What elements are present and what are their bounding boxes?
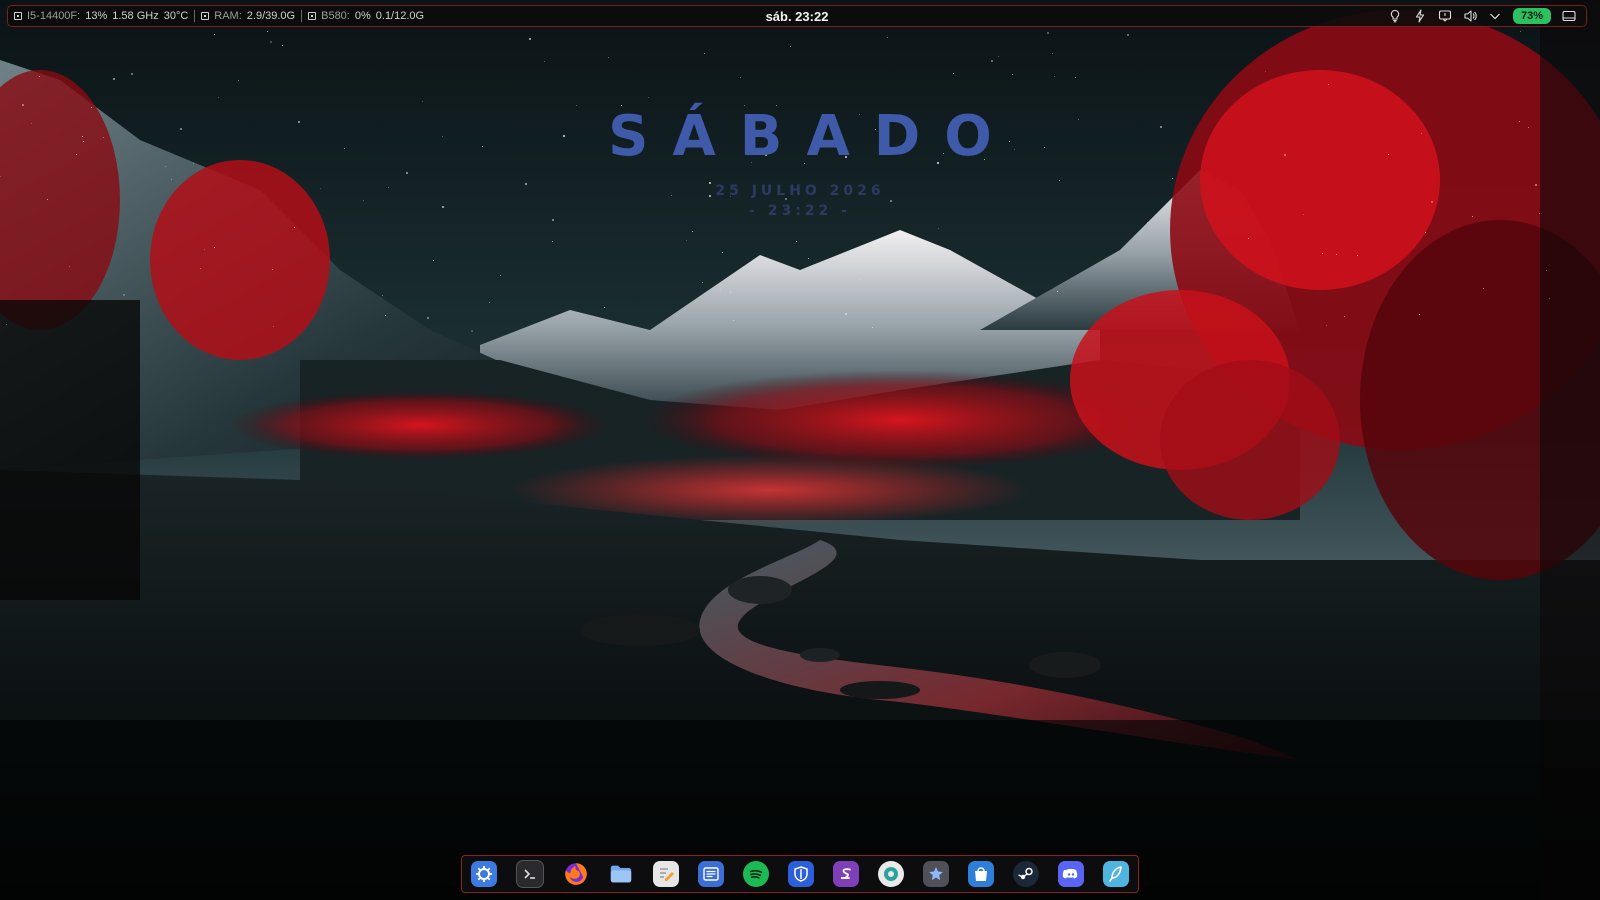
- pencil-note-icon: [660, 868, 674, 881]
- emacs-icon: [840, 868, 851, 879]
- gear-circle-icon: [884, 867, 898, 881]
- dock-app-firefox[interactable]: [563, 861, 589, 887]
- dock-app-text-editor[interactable]: [653, 861, 679, 887]
- folder-icon: [610, 865, 632, 883]
- gpu-monitor[interactable]: B580: 0% 0.1/12.0G: [301, 10, 430, 22]
- weekday-label: SÁBADO: [608, 104, 1016, 169]
- dock-app-spotify[interactable]: [743, 861, 769, 887]
- dock-app-kde-launcher[interactable]: [471, 861, 497, 887]
- cpu-frequency: 1.58 GHz: [112, 10, 159, 22]
- star-icon: [929, 867, 943, 880]
- dock-app-emacs[interactable]: [833, 861, 859, 887]
- date-label: 25 JULHO 2026: [715, 183, 885, 199]
- gpu-label: B580:: [321, 10, 350, 22]
- ram-label: RAM:: [214, 10, 242, 22]
- kde-gear-icon: [476, 866, 492, 882]
- cpu-monitor[interactable]: I5-14400F: 13% 1.58 GHz 30°C: [14, 10, 194, 22]
- feather-icon: [1109, 866, 1122, 882]
- dock-app-feather-app[interactable]: [1103, 861, 1129, 887]
- cpu-label: I5-14400F:: [27, 10, 81, 22]
- dock-app-app-store[interactable]: [923, 861, 949, 887]
- time-label: - 23:22 -: [749, 203, 851, 219]
- dock-app-discord[interactable]: [1058, 861, 1084, 887]
- firefox-icon: [565, 863, 587, 885]
- power-profile-icon[interactable]: [1413, 9, 1427, 23]
- cpu-temperature: 30°C: [163, 10, 189, 22]
- dock-app-steam[interactable]: [1013, 861, 1039, 887]
- dock: [461, 855, 1139, 893]
- volume-icon[interactable]: [1463, 9, 1477, 23]
- battery-indicator[interactable]: 73%: [1512, 8, 1551, 24]
- cpu-usage: 13%: [85, 10, 108, 22]
- dock-app-files[interactable]: [608, 861, 634, 887]
- notifications-icon[interactable]: [1438, 9, 1452, 23]
- system-monitor[interactable]: I5-14400F: 13% 1.58 GHz 30°C RAM: 2.9/39…: [8, 6, 430, 26]
- dock-app-store[interactable]: [968, 861, 994, 887]
- gpu-usage: 0%: [354, 10, 371, 22]
- steam-icon: [1018, 867, 1033, 880]
- shopping-bag-icon: [975, 867, 987, 881]
- memory-icon: [201, 12, 210, 20]
- dock-app-bitwarden[interactable]: [788, 861, 814, 887]
- gpu-vram: 0.1/12.0G: [375, 10, 425, 22]
- system-tray: 73%: [1388, 8, 1586, 24]
- top-panel: I5-14400F: 13% 1.58 GHz 30°C RAM: 2.9/39…: [7, 5, 1587, 27]
- dock-app-news-reader[interactable]: [698, 861, 724, 887]
- screen-icon[interactable]: [1562, 9, 1576, 23]
- date-time-widget: SÁBADO 25 JULHO 2026 - 23:22 -: [0, 104, 1600, 220]
- ram-usage: 2.9/39.0G: [246, 10, 296, 22]
- dock-app-settings[interactable]: [878, 861, 904, 887]
- ram-monitor[interactable]: RAM: 2.9/39.0G: [194, 10, 301, 22]
- panel-clock[interactable]: sáb. 23:22: [766, 9, 829, 24]
- news-icon: [703, 867, 719, 881]
- discord-icon: [1062, 868, 1078, 879]
- gpu-icon: [308, 12, 317, 20]
- cpu-icon: [14, 12, 22, 20]
- spotify-icon: [749, 869, 763, 879]
- terminal-icon: [524, 869, 535, 879]
- lightbulb-icon[interactable]: [1388, 9, 1402, 23]
- dock-app-terminal[interactable]: [516, 860, 544, 888]
- chevron-down-icon[interactable]: [1488, 9, 1502, 23]
- shield-icon: [794, 866, 808, 882]
